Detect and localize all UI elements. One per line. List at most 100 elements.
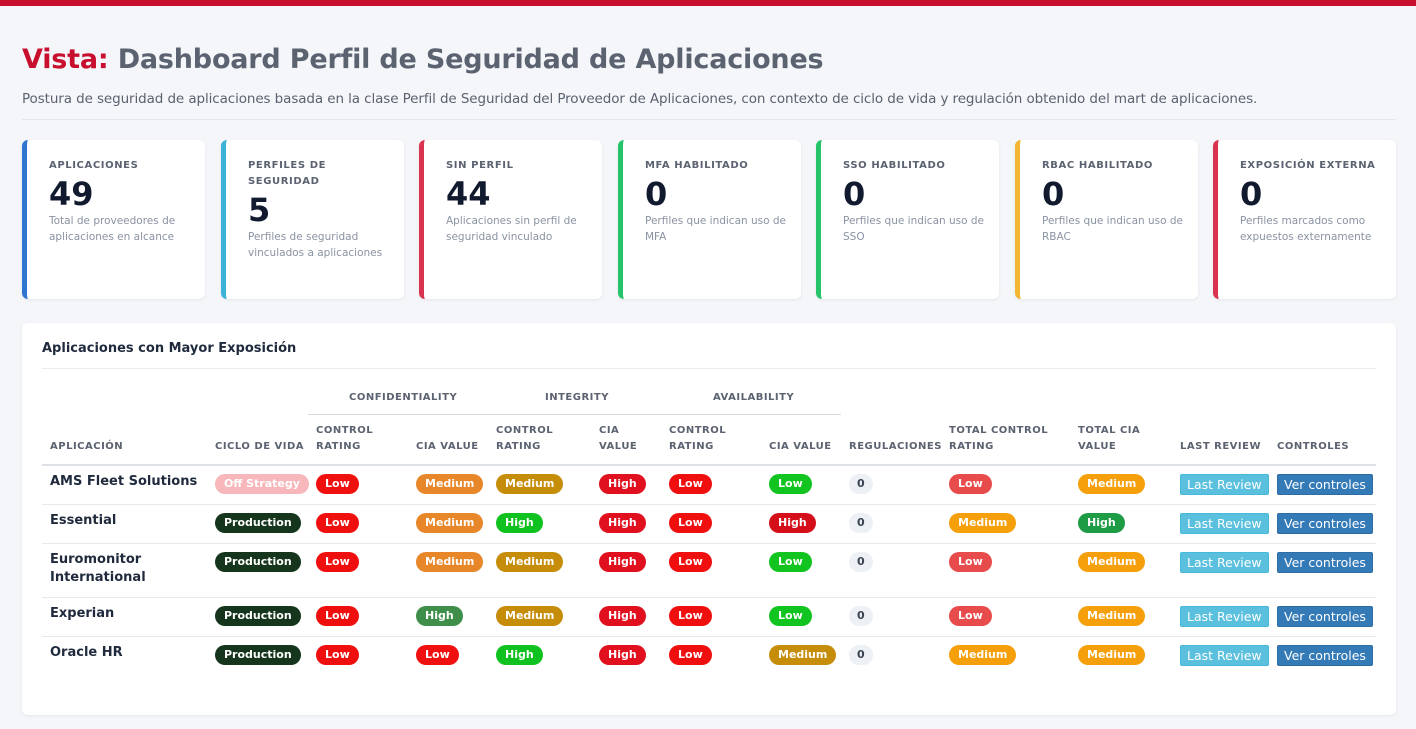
total-cia-badge: Medium bbox=[1078, 474, 1146, 494]
table-header-divider bbox=[42, 464, 1376, 466]
row-divider bbox=[42, 543, 1376, 544]
kpi-label: RBAC HABILITADO bbox=[1042, 160, 1154, 171]
total-cia-badge: Medium bbox=[1078, 645, 1146, 665]
column-header-total-control-rating[interactable]: TOTAL CONTROL RATING bbox=[949, 423, 1059, 455]
total-rating-badge: Low bbox=[949, 606, 992, 626]
a-rating-badge: Low bbox=[669, 474, 712, 494]
exposure-table-panel: Aplicaciones con Mayor Exposición CONFID… bbox=[22, 323, 1396, 715]
app-name: Oracle HR bbox=[50, 645, 123, 660]
lifecycle-badge: Production bbox=[215, 645, 301, 665]
c-cia-badge: Medium bbox=[416, 552, 484, 572]
ver-controles-button[interactable]: Ver controles bbox=[1277, 552, 1373, 573]
a-cia-badge: Low bbox=[769, 474, 812, 494]
c-rating-badge: Low bbox=[316, 474, 359, 494]
column-header-last-review[interactable]: LAST REVIEW bbox=[1180, 439, 1261, 455]
ver-controles-button[interactable]: Ver controles bbox=[1277, 513, 1373, 534]
column-header-int-cia-value[interactable]: CIA VALUE bbox=[599, 423, 639, 455]
last-review-button[interactable]: Last Review bbox=[1180, 645, 1269, 666]
last-review-button[interactable]: Last Review bbox=[1180, 552, 1269, 573]
c-cia-badge: Medium bbox=[416, 513, 484, 533]
column-header-controles[interactable]: CONTROLES bbox=[1277, 439, 1349, 455]
column-header-conf-cia-value[interactable]: CIA VALUE bbox=[416, 439, 479, 455]
lifecycle-badge: Production bbox=[215, 513, 301, 533]
i-cia-badge: High bbox=[599, 552, 646, 572]
lifecycle-badge: Off Strategy bbox=[215, 474, 309, 494]
kpi-description: Perfiles que indican uso de MFA bbox=[645, 215, 787, 243]
page-subtitle: Postura de seguridad de aplicaciones bas… bbox=[22, 91, 1258, 107]
c-rating-badge: Low bbox=[316, 645, 359, 665]
lifecycle-badge: Production bbox=[215, 606, 301, 626]
ver-controles-button[interactable]: Ver controles bbox=[1277, 606, 1373, 627]
c-cia-badge: High bbox=[416, 606, 463, 626]
regulaciones-count-badge: 0 bbox=[849, 606, 873, 626]
column-header-conf-control-rating[interactable]: CONTROL RATING bbox=[316, 423, 386, 455]
column-header-int-control-rating[interactable]: CONTROL RATING bbox=[496, 423, 566, 455]
row-divider bbox=[42, 636, 1376, 637]
total-cia-badge: Medium bbox=[1078, 606, 1146, 626]
kpi-description: Perfiles marcados como expuestos externa… bbox=[1240, 215, 1372, 243]
ver-controles-button[interactable]: Ver controles bbox=[1277, 474, 1373, 495]
column-header-aplicacion[interactable]: APLICACIÓN bbox=[50, 439, 123, 455]
total-cia-badge: Medium bbox=[1078, 552, 1146, 572]
a-cia-badge: Low bbox=[769, 552, 812, 572]
total-rating-badge: Medium bbox=[949, 645, 1017, 665]
app-name: AMS Fleet Solutions bbox=[50, 474, 198, 489]
panel-title-divider bbox=[42, 368, 1376, 369]
total-cia-badge: High bbox=[1078, 513, 1125, 533]
total-rating-badge: Medium bbox=[949, 513, 1017, 533]
group-header-confidentiality: CONFIDENTIALITY bbox=[349, 392, 458, 403]
title-text: Dashboard Perfil de Seguridad de Aplicac… bbox=[117, 44, 824, 75]
a-rating-badge: Low bbox=[669, 645, 712, 665]
ver-controles-button[interactable]: Ver controles bbox=[1277, 645, 1373, 666]
header-divider bbox=[22, 119, 1396, 120]
kpi-card-aplicaciones: APLICACIONES 49 Total de proveedores de … bbox=[22, 140, 205, 299]
a-rating-badge: Low bbox=[669, 552, 712, 572]
total-rating-badge: Low bbox=[949, 552, 992, 572]
kpi-description: Perfiles de seguridad vinculados a aplic… bbox=[248, 231, 383, 259]
lifecycle-badge: Production bbox=[215, 552, 301, 572]
kpi-label: MFA HABILITADO bbox=[645, 160, 749, 171]
title-prefix: Vista: bbox=[22, 44, 109, 75]
kpi-label: PERFILES DE SEGURIDAD bbox=[248, 160, 327, 187]
i-cia-badge: High bbox=[599, 645, 646, 665]
regulaciones-count-badge: 0 bbox=[849, 645, 873, 665]
kpi-description: Total de proveedores de aplicaciones en … bbox=[49, 215, 176, 243]
i-rating-badge: Medium bbox=[496, 606, 564, 626]
a-rating-badge: Low bbox=[669, 513, 712, 533]
kpi-label: SSO HABILITADO bbox=[843, 160, 946, 171]
kpi-card-exposicion-externa: EXPOSICIÓN EXTERNA 0 Perfiles marcados c… bbox=[1213, 140, 1396, 299]
kpi-description: Perfiles que indican uso de SSO bbox=[843, 215, 985, 243]
kpi-value: 0 bbox=[1240, 175, 1263, 213]
last-review-button[interactable]: Last Review bbox=[1180, 474, 1269, 495]
kpi-card-mfa-habilitado: MFA HABILITADO 0 Perfiles que indican us… bbox=[618, 140, 801, 299]
i-rating-badge: Medium bbox=[496, 474, 564, 494]
i-rating-badge: Medium bbox=[496, 552, 564, 572]
c-cia-badge: Medium bbox=[416, 474, 484, 494]
column-header-regulaciones[interactable]: REGULACIONES bbox=[849, 439, 942, 455]
kpi-value: 5 bbox=[248, 191, 271, 229]
kpi-card-rbac-habilitado: RBAC HABILITADO 0 Perfiles que indican u… bbox=[1015, 140, 1198, 299]
a-cia-badge: Medium bbox=[769, 645, 837, 665]
app-name: Experian bbox=[50, 606, 115, 621]
kpi-description: Perfiles que indican uso de RBAC bbox=[1042, 215, 1184, 243]
group-header-availability: AVAILABILITY bbox=[713, 392, 795, 403]
i-cia-badge: High bbox=[599, 513, 646, 533]
regulaciones-count-badge: 0 bbox=[849, 513, 873, 533]
kpi-card-perfiles-de-seguridad: PERFILES DE SEGURIDAD 5 Perfiles de segu… bbox=[221, 140, 404, 299]
column-header-avail-control-rating[interactable]: CONTROL RATING bbox=[669, 423, 739, 455]
column-header-total-cia-value[interactable]: TOTAL CIA VALUE bbox=[1078, 423, 1148, 455]
kpi-label: APLICACIONES bbox=[49, 160, 139, 171]
kpi-value: 44 bbox=[446, 175, 491, 213]
i-rating-badge: High bbox=[496, 645, 543, 665]
kpi-value: 0 bbox=[843, 175, 866, 213]
column-header-avail-cia-value[interactable]: CIA VALUE bbox=[769, 439, 832, 455]
kpi-value: 49 bbox=[49, 175, 94, 213]
group-header-integrity: INTEGRITY bbox=[545, 392, 609, 403]
i-cia-badge: High bbox=[599, 606, 646, 626]
column-header-ciclo-de-vida[interactable]: CICLO DE VIDA bbox=[215, 439, 304, 455]
regulaciones-count-badge: 0 bbox=[849, 552, 873, 572]
last-review-button[interactable]: Last Review bbox=[1180, 606, 1269, 627]
last-review-button[interactable]: Last Review bbox=[1180, 513, 1269, 534]
a-rating-badge: Low bbox=[669, 606, 712, 626]
kpi-label: EXPOSICIÓN EXTERNA bbox=[1240, 160, 1376, 171]
